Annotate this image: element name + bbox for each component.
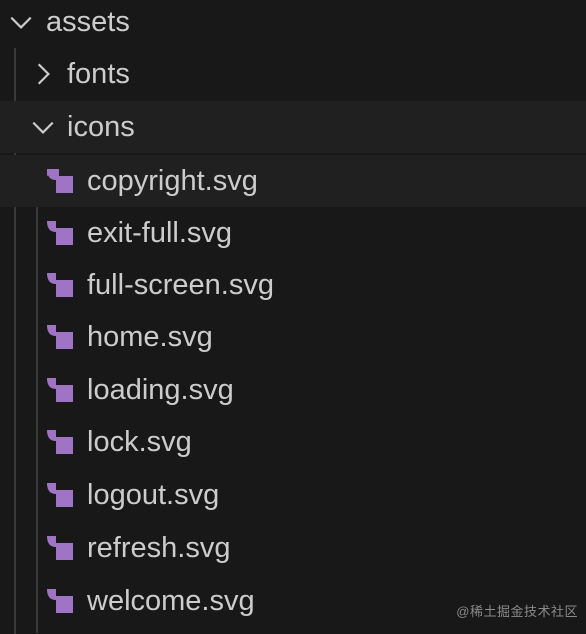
svg-file-icon <box>45 217 77 249</box>
svg-file-icon <box>45 532 77 564</box>
file-row-exit-full[interactable]: exit-full.svg <box>0 207 586 259</box>
file-label: refresh.svg <box>87 531 231 564</box>
file-label: copyright.svg <box>87 164 258 197</box>
svg-file-icon <box>45 479 77 511</box>
file-row-logout[interactable]: logout.svg <box>0 469 586 521</box>
chevron-right-icon[interactable] <box>30 61 56 87</box>
svg-file-icon <box>45 165 77 197</box>
file-label: full-screen.svg <box>87 268 274 301</box>
folder-label-icons: icons <box>67 110 135 143</box>
svg-file-icon <box>45 585 77 617</box>
file-row-lock[interactable]: lock.svg <box>0 416 586 468</box>
file-label: loading.svg <box>87 373 234 406</box>
file-label: home.svg <box>87 320 213 353</box>
watermark-text: @稀土掘金技术社区 <box>456 604 578 619</box>
folder-row-icons[interactable]: icons <box>0 101 586 153</box>
file-row-refresh[interactable]: refresh.svg <box>0 522 586 574</box>
svg-file-icon <box>45 426 77 458</box>
folder-row-fonts[interactable]: fonts <box>0 48 586 100</box>
folder-row-assets[interactable]: assets <box>0 0 586 48</box>
folder-label-fonts: fonts <box>67 57 130 90</box>
svg-file-icon <box>45 269 77 301</box>
file-row-copyright[interactable]: copyright.svg <box>0 155 586 207</box>
chevron-down-icon[interactable] <box>30 114 56 140</box>
file-label: exit-full.svg <box>87 216 233 249</box>
file-label: logout.svg <box>87 478 220 511</box>
file-row-loading[interactable]: loading.svg <box>0 364 586 416</box>
file-row-home[interactable]: home.svg <box>0 311 586 363</box>
svg-file-icon <box>45 321 77 353</box>
file-label: lock.svg <box>87 425 192 458</box>
file-label: welcome.svg <box>87 584 255 617</box>
folder-label-assets: assets <box>46 5 130 38</box>
svg-file-icon <box>45 374 77 406</box>
chevron-down-icon[interactable] <box>8 9 34 35</box>
file-row-full-screen[interactable]: full-screen.svg <box>0 259 586 311</box>
